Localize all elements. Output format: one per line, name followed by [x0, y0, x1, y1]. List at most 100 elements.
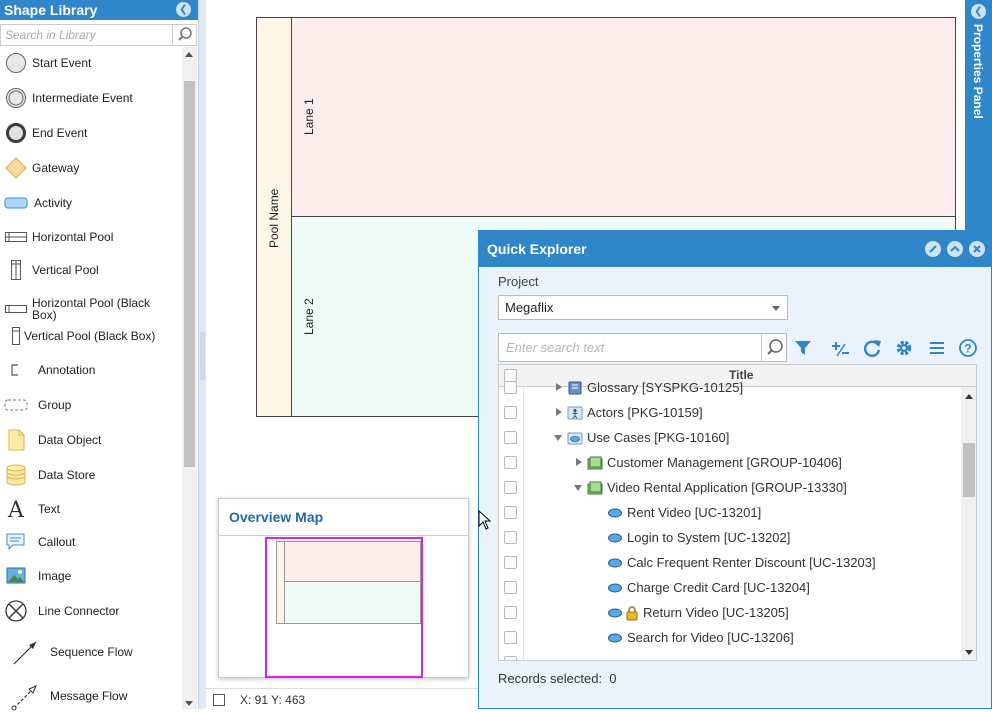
row-checkbox[interactable]	[504, 406, 517, 419]
expand-properties-button[interactable]: ❮	[971, 4, 986, 19]
group-icon	[4, 399, 28, 411]
gateway-icon	[5, 157, 27, 179]
shape-vertical-pool[interactable]: Vertical Pool	[0, 259, 180, 281]
shape-message-flow[interactable]: Message Flow	[0, 680, 180, 712]
overview-pool-header	[277, 542, 285, 623]
tree-row[interactable]: Return Video [UC-13205]	[499, 600, 961, 625]
row-checkbox[interactable]	[504, 456, 517, 469]
row-checkbox[interactable]	[504, 381, 517, 394]
tree-row[interactable]: Customer Management [GROUP-10406]	[499, 450, 961, 475]
grid-scrollbar[interactable]	[961, 387, 976, 660]
use-case-icon	[608, 608, 622, 618]
shape-text[interactable]: A Text	[0, 498, 180, 521]
tree-row[interactable]: Search for Video [UC-13206]	[499, 625, 961, 650]
panel-splitter[interactable]	[198, 0, 206, 709]
help-icon[interactable]: ?	[957, 337, 979, 359]
splitter-grip[interactable]	[200, 332, 205, 380]
chevron-up-icon	[950, 245, 960, 252]
library-scrollbar[interactable]	[182, 47, 197, 709]
overview-viewport-frame[interactable]	[265, 537, 423, 678]
shape-horizontal-pool-black-box[interactable]: Horizontal Pool (Black Box)	[0, 296, 180, 322]
expand-arrow-icon[interactable]	[576, 458, 582, 466]
use-case-icon	[608, 558, 622, 568]
fit-to-screen-icon[interactable]	[213, 694, 225, 706]
status-bar: X: 91 Y: 463	[206, 688, 479, 709]
tree-row-label: Rent Video [UC-13201]	[627, 505, 762, 520]
library-scroll-thumb[interactable]	[184, 81, 195, 467]
collapse-arrow-icon[interactable]	[574, 485, 582, 491]
explorer-search-button[interactable]	[761, 334, 786, 361]
scroll-up-icon[interactable]	[965, 394, 973, 399]
row-checkbox[interactable]	[504, 531, 517, 544]
gear-icon[interactable]	[893, 337, 915, 359]
shape-data-store[interactable]: Data Store	[0, 463, 180, 487]
text-icon: A	[7, 498, 25, 521]
tree-row-label: Customer Management [GROUP-10406]	[607, 455, 842, 470]
row-checkbox[interactable]	[504, 606, 517, 619]
menu-icon[interactable]	[926, 337, 948, 359]
grid-scroll-thumb[interactable]	[963, 443, 975, 497]
row-checkbox[interactable]	[504, 431, 517, 444]
shape-group[interactable]: Group	[0, 395, 180, 415]
pool-header[interactable]: Pool Name	[257, 18, 292, 416]
row-checkbox[interactable]	[504, 631, 517, 644]
project-select[interactable]: Megaflix	[498, 295, 788, 320]
search-button[interactable]	[172, 25, 196, 45]
shape-end-event[interactable]: End Event	[0, 123, 180, 143]
shape-activity[interactable]: Activity	[0, 193, 180, 213]
tree-row[interactable]: Glossary [SYSPKG-10125]	[499, 375, 961, 400]
shape-vertical-pool-black-box[interactable]: Vertical Pool (Black Box)	[0, 326, 180, 346]
shape-intermediate-event[interactable]: Intermediate Event	[0, 88, 180, 108]
row-checkbox[interactable]	[504, 506, 517, 519]
shape-horizontal-pool[interactable]: Horizontal Pool	[0, 227, 180, 247]
restore-button[interactable]	[925, 241, 941, 257]
shape-callout[interactable]: Callout	[0, 532, 180, 552]
shape-library-header: Shape Library ❮	[0, 0, 199, 20]
shape-label: End Event	[32, 126, 88, 140]
row-checkbox[interactable]	[504, 481, 517, 494]
tree-row[interactable]: Calc Frequent Renter Discount [UC-13203]	[499, 550, 961, 575]
refresh-icon[interactable]	[861, 337, 883, 359]
quick-explorer-header[interactable]: Quick Explorer	[479, 231, 991, 267]
minimize-button[interactable]	[947, 241, 963, 257]
shape-label: Horizontal Pool (Black Box)	[32, 296, 151, 322]
scroll-down-icon[interactable]	[965, 650, 973, 655]
shape-data-object[interactable]: Data Object	[0, 428, 180, 452]
tree-row[interactable]: Video Rental Application [GROUP-13330]	[499, 475, 961, 500]
row-checkbox[interactable]	[504, 581, 517, 594]
collapse-library-button[interactable]: ❮	[176, 2, 191, 17]
scroll-down-icon[interactable]	[185, 701, 193, 706]
tree-row[interactable]: Use Cases [PKG-10160]	[499, 425, 961, 450]
tree-row[interactable]: Charge Credit Card [UC-13204]	[499, 575, 961, 600]
shape-label: Intermediate Event	[32, 91, 133, 105]
filter-icon[interactable]	[792, 337, 814, 359]
close-button[interactable]	[969, 241, 985, 257]
chevron-down-icon	[772, 306, 780, 311]
shape-image[interactable]: Image	[0, 566, 180, 586]
shape-line-connector[interactable]: Line Connector	[0, 599, 180, 623]
tree-row[interactable]: Actors [PKG-10159]	[499, 400, 961, 425]
library-search-input[interactable]	[1, 25, 173, 45]
shape-annotation[interactable]: Annotation	[0, 360, 180, 380]
search-icon	[178, 27, 192, 41]
scroll-up-icon[interactable]	[185, 52, 193, 57]
shape-gateway[interactable]: Gateway	[0, 157, 180, 179]
tree-row-label: Calc Frequent Renter Discount [UC-13203]	[627, 555, 876, 570]
shape-start-event[interactable]: Start Event	[0, 53, 180, 73]
expand-arrow-icon[interactable]	[556, 408, 562, 416]
use-case-package-icon	[567, 432, 583, 445]
tree-row[interactable]	[499, 650, 961, 660]
overview-pool-thumbnail	[276, 541, 421, 624]
collapse-arrow-icon[interactable]	[554, 435, 562, 441]
explorer-search-input[interactable]	[499, 334, 761, 361]
tree-row-label: Search for Video [UC-13206]	[627, 630, 794, 645]
lane-1[interactable]: Lane 1	[292, 18, 955, 217]
expand-arrow-icon[interactable]	[556, 383, 562, 391]
add-remove-icon[interactable]	[829, 337, 851, 359]
library-search	[0, 24, 197, 46]
tree-row[interactable]: Rent Video [UC-13201]	[499, 500, 961, 525]
tree-row[interactable]: Login to System [UC-13202]	[499, 525, 961, 550]
shape-sequence-flow[interactable]: Sequence Flow	[0, 636, 180, 668]
row-checkbox[interactable]	[504, 656, 517, 660]
row-checkbox[interactable]	[504, 556, 517, 569]
